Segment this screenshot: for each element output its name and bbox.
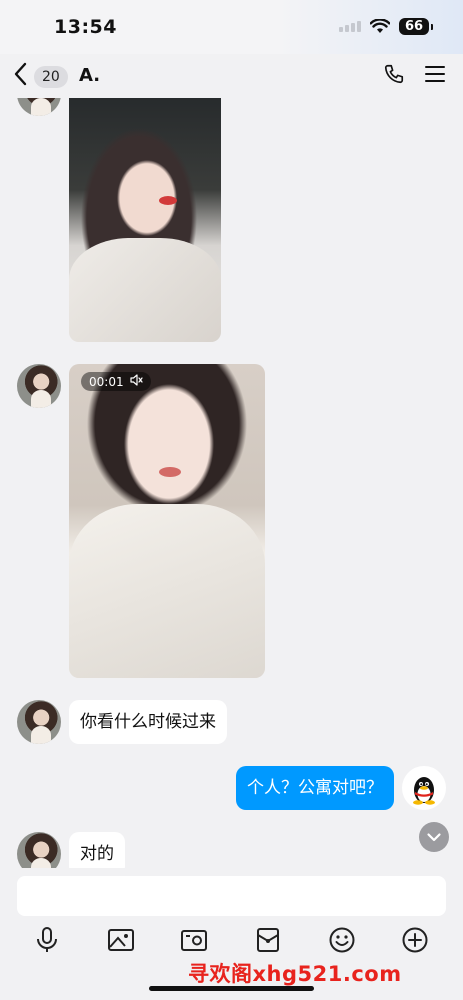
red-packet-icon[interactable] (254, 926, 282, 954)
camera-icon[interactable] (180, 926, 208, 954)
watermark: 寻欢阁xhg521.com (188, 962, 402, 986)
message-input[interactable] (17, 876, 446, 916)
signal-icon (339, 21, 361, 32)
chevron-down-icon (419, 833, 449, 856)
phone-icon[interactable] (383, 63, 405, 90)
contact-avatar[interactable] (17, 700, 61, 744)
nav-bar: 20 A. (0, 54, 463, 98)
message-list[interactable]: 00:01 你看什么时候过来 个人？公寓对吧？ 对的 (0, 98, 463, 868)
scroll-to-bottom-button[interactable] (419, 822, 449, 852)
home-indicator[interactable] (149, 986, 314, 991)
contact-avatar[interactable] (17, 364, 61, 408)
video-duration-badge: 00:01 (81, 372, 151, 391)
contact-avatar[interactable] (17, 98, 61, 116)
menu-icon[interactable] (425, 65, 445, 88)
contact-avatar[interactable] (17, 832, 61, 868)
emoji-icon[interactable] (328, 926, 356, 954)
unread-count-badge: 20 (34, 65, 68, 88)
message-bubble[interactable]: 你看什么时候过来 (69, 700, 227, 744)
message-bubble-sent[interactable]: 个人？公寓对吧？ (236, 766, 394, 810)
input-toolbar (0, 926, 463, 956)
video-message[interactable]: 00:01 (69, 364, 265, 678)
microphone-icon[interactable] (33, 926, 61, 954)
status-bar: 13:54 66 (0, 0, 463, 54)
chat-title: A. (79, 65, 101, 86)
battery-indicator: 66 (399, 18, 433, 35)
back-icon (14, 62, 28, 91)
image-icon[interactable] (107, 926, 135, 954)
user-avatar[interactable] (402, 766, 446, 810)
wifi-icon (370, 19, 390, 34)
status-indicators: 66 (339, 18, 433, 35)
back-button[interactable]: 20 (14, 62, 68, 91)
status-time: 13:54 (54, 16, 117, 38)
photo-message[interactable] (69, 98, 221, 342)
input-area: 寻欢阁xhg521.com (0, 868, 463, 1000)
mute-icon (129, 374, 143, 389)
message-bubble[interactable]: 对的 (69, 832, 125, 868)
video-duration: 00:01 (89, 374, 124, 389)
plus-icon[interactable] (401, 926, 429, 954)
